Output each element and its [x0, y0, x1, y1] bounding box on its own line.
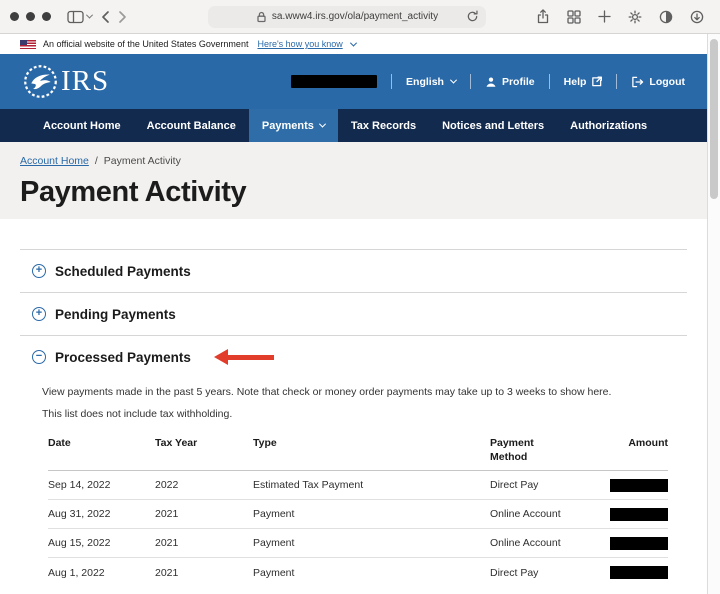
payments-table: Date Tax Year Type Payment Method Amount… — [48, 436, 668, 587]
how-you-know-link[interactable]: Here's how you know — [257, 39, 342, 49]
expand-icon — [32, 307, 46, 321]
cell-method: Online Account — [490, 508, 561, 521]
breadcrumb: Account Home / Payment Activity — [20, 155, 687, 167]
irs-wordmark: IRS — [61, 65, 110, 97]
nav-item-authorizations[interactable]: Authorizations — [557, 109, 660, 142]
header-type: Type — [253, 437, 277, 449]
header-amount: Amount — [628, 437, 668, 449]
breadcrumb-current: Payment Activity — [103, 155, 181, 167]
cell-date: Aug 15, 2022 — [48, 537, 111, 550]
nav-item-label: Tax Records — [350, 119, 417, 132]
cell-tax-year: 2021 — [155, 508, 179, 521]
redacted-amount — [610, 566, 668, 580]
accordion-pending-payments[interactable]: Pending Payments — [20, 292, 687, 335]
url-text: sa.www4.irs.gov/ola/payment_activity — [271, 11, 439, 22]
breadcrumb-account-home-link[interactable]: Account Home — [20, 155, 89, 167]
nav-item-label: Account Balance — [146, 119, 236, 132]
page-head: Account Home / Payment Activity Payment … — [0, 142, 707, 219]
share-icon[interactable] — [536, 9, 550, 24]
cell-date: Sep 14, 2022 — [48, 479, 111, 492]
breadcrumb-separator: / — [94, 155, 98, 167]
chevron-down-icon — [449, 76, 458, 84]
cell-tax-year: 2021 — [155, 566, 179, 579]
payments-table-header: Date Tax Year Type Payment Method Amount — [48, 436, 668, 472]
browser-toolbar: sa.www4.irs.gov/ola/payment_activity — [0, 0, 720, 34]
cell-date: Aug 31, 2022 — [48, 508, 111, 521]
nav-item-account-balance[interactable]: Account Balance — [134, 109, 249, 142]
help-link[interactable]: Help — [564, 76, 603, 88]
cell-type: Payment — [253, 566, 295, 579]
cell-type: Estimated Tax Payment — [253, 479, 364, 492]
gov-banner: An official website of the United States… — [0, 34, 707, 54]
cell-tax-year: 2022 — [155, 479, 179, 492]
profile-link[interactable]: Profile — [485, 76, 535, 88]
accordion-processed-payments[interactable]: Processed Payments — [20, 335, 687, 378]
site-header: IRS English Profile Help Logout — [0, 54, 707, 109]
red-annotation-arrow — [213, 349, 274, 365]
redacted-amount — [610, 478, 668, 492]
address-bar[interactable]: sa.www4.irs.gov/ola/payment_activity — [208, 5, 486, 28]
external-link-icon — [592, 76, 603, 87]
forward-button[interactable] — [118, 10, 128, 24]
window-controls[interactable] — [10, 12, 51, 21]
downloads-icon[interactable] — [690, 10, 704, 24]
nav-item-label: Authorizations — [570, 119, 648, 132]
scrollbar-thumb[interactable] — [710, 39, 718, 199]
cell-type: Payment — [253, 508, 295, 521]
person-icon — [486, 76, 496, 87]
processed-note: This list does not include tax withholdi… — [42, 408, 233, 420]
table-row: Aug 1, 2022 2021 Payment Direct Pay — [48, 558, 668, 587]
logout-link[interactable]: Logout — [631, 76, 685, 88]
new-tab-icon[interactable] — [598, 10, 611, 23]
extensions-gear-icon[interactable] — [628, 10, 642, 24]
nav-item-label: Payments — [261, 119, 314, 132]
appearance-contrast-icon[interactable] — [659, 10, 673, 24]
chevron-down-icon — [318, 120, 326, 128]
cell-date: Aug 1, 2022 — [48, 566, 105, 579]
cell-method: Online Account — [490, 537, 561, 550]
processed-description: View payments made in the past 5 years. … — [42, 386, 612, 398]
nav-item-account-home[interactable]: Account Home — [30, 109, 134, 142]
refresh-icon[interactable] — [466, 10, 479, 23]
main-nav: Account Home Account Balance Payments Ta… — [0, 109, 707, 142]
redacted-amount — [610, 507, 668, 521]
cell-tax-year: 2021 — [155, 537, 179, 550]
page-scrollbar[interactable] — [707, 34, 720, 594]
lock-icon — [257, 11, 266, 22]
header-date: Date — [48, 437, 71, 449]
us-flag-icon — [20, 39, 36, 49]
back-button[interactable] — [100, 10, 110, 24]
redacted-username — [291, 75, 378, 88]
irs-eagle-icon — [22, 63, 59, 100]
irs-logo[interactable]: IRS — [22, 63, 109, 100]
nav-item-tax-records[interactable]: Tax Records — [338, 109, 429, 142]
logout-icon — [632, 76, 644, 87]
table-row: Aug 15, 2022 2021 Payment Online Account — [48, 529, 668, 559]
cell-method: Direct Pay — [490, 566, 539, 579]
payments-table-body: Sep 14, 2022 2022 Estimated Tax Payment … — [48, 471, 668, 587]
nav-item-label: Notices and Letters — [442, 119, 545, 132]
accordion-scheduled-payments[interactable]: Scheduled Payments — [20, 249, 687, 292]
nav-item-notices-and-letters[interactable]: Notices and Letters — [429, 109, 557, 142]
table-row: Sep 14, 2022 2022 Estimated Tax Payment … — [48, 471, 668, 501]
header-payment-method: Payment Method — [490, 437, 534, 464]
cell-method: Direct Pay — [490, 479, 539, 492]
page-title: Payment Activity — [20, 176, 247, 208]
language-selector[interactable]: English — [406, 76, 458, 88]
tab-overview-icon[interactable] — [567, 9, 581, 24]
sidebar-toggle-icon[interactable] — [67, 10, 94, 24]
chevron-down-icon — [349, 39, 357, 47]
expand-icon — [32, 264, 46, 278]
cell-type: Payment — [253, 537, 295, 550]
nav-item-payments[interactable]: Payments — [248, 109, 338, 142]
header-tax-year: Tax Year — [155, 437, 198, 449]
main-content: Scheduled Payments Pending Payments Proc… — [0, 219, 707, 588]
gov-banner-text: An official website of the United States… — [43, 39, 249, 49]
redacted-amount — [610, 536, 668, 550]
table-row: Aug 31, 2022 2021 Payment Online Account — [48, 500, 668, 530]
nav-item-label: Account Home — [43, 119, 121, 132]
collapse-icon — [32, 350, 46, 364]
